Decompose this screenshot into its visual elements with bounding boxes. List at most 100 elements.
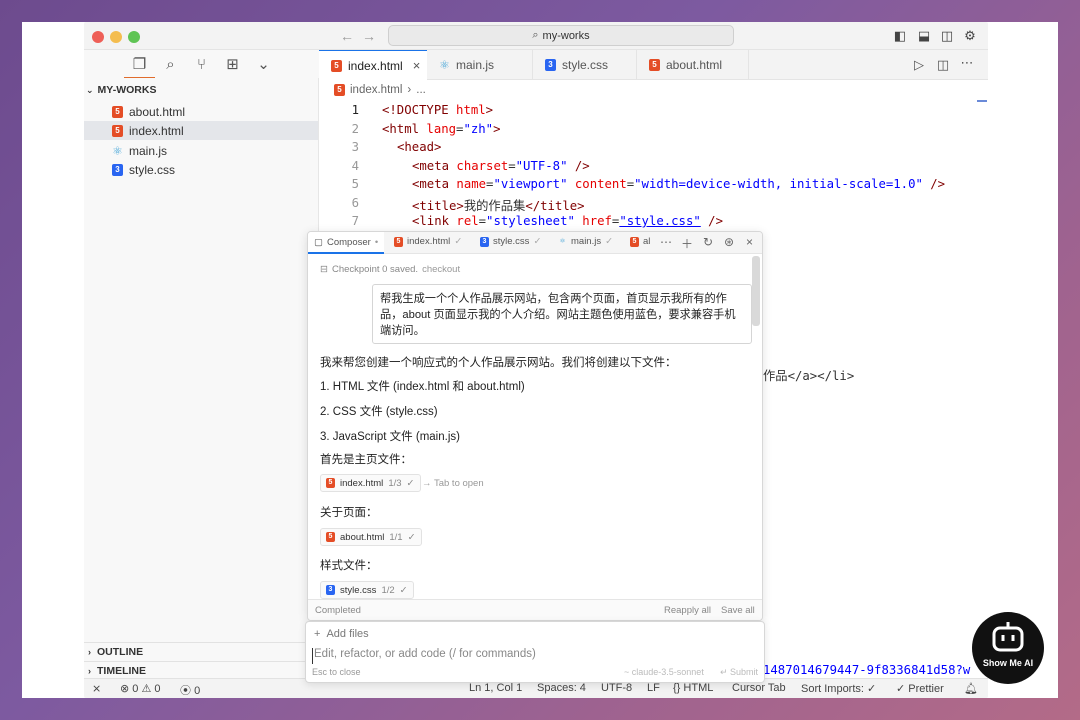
toggle-secondary-sidebar-icon[interactable]: ◫ [939,28,955,44]
file-item-style-css[interactable]: 3 style.css [84,160,318,179]
badge-label: Show Me AI [982,658,1034,668]
bookmark-icon: ⊟ [320,264,328,275]
react-js-icon: ⚛ [439,58,450,72]
file-chip-style[interactable]: 3 style.css 1/2 ✓ [320,581,414,599]
close-window-button[interactable] [92,31,104,43]
section-label: 关于页面： [320,507,378,519]
react-js-icon: ⚛ [112,143,123,158]
remote-icon[interactable]: ⨯ [92,682,101,695]
css-file-icon: 3 [480,236,489,247]
code-fragment: 作品</a></li> [763,369,855,383]
reply-item: 3. JavaScript 文件 (main.js) [320,431,460,443]
code-line-3: <head> [397,140,442,154]
html-file-icon: 5 [112,105,123,118]
problems-indicator[interactable]: ⊗ 0 ⚠ 0 [120,682,161,695]
new-composer-icon[interactable]: ＋ [681,235,693,252]
search-view-icon[interactable]: ⌕ [155,50,186,78]
line-number: 5 [351,177,359,191]
command-center-search[interactable]: ⌕ my-works [388,25,734,46]
reapply-all-button[interactable]: Reapply all [664,605,711,616]
show-me-ai-badge: Show Me AI [972,612,1044,684]
react-js-icon: ⚛ [559,237,566,245]
composer-tab-index[interactable]: 5 index.html ✓ [394,236,462,247]
composer-tab-style[interactable]: 3 style.css ✓ [480,236,541,247]
run-play-icon[interactable]: ▷ [911,57,927,73]
composer-prompt-input[interactable]: Edit, refactor, or add code (/ for comma… [312,648,758,664]
composer-input-box: + Add files Edit, refactor, or add code … [305,621,765,683]
composer-tab-about[interactable]: 5 al [630,236,650,247]
tab-composer[interactable]: ▢ Composer • [308,232,385,254]
esc-hint: Esc to close [312,667,361,677]
chevron-down-icon[interactable]: ⌄ [248,50,279,78]
file-item-index[interactable]: 5 index.html [84,121,318,140]
checkpoint-row: ⊟ Checkpoint 0 saved. checkout [320,264,461,275]
html-file-icon: 5 [331,59,342,72]
sort-imports[interactable]: Sort Imports: ✓ [801,682,876,695]
model-selector[interactable]: ~ claude-3.5-sonnet [624,667,704,677]
composer-icon: ▢ [314,236,323,248]
code-line-7: <link rel="stylesheet" href="style.css" … [412,214,723,228]
file-item-main-js[interactable]: ⚛ main.js [84,141,318,160]
breadcrumb-file[interactable]: index.html [350,84,402,96]
cursor-tab[interactable]: Cursor Tab [732,682,786,694]
reply-item: 1. HTML 文件 (index.html 和 about.html) [320,381,525,393]
html-file-icon: 5 [394,236,403,247]
status-text: Completed [315,605,361,616]
css-file-icon: 3 [326,585,335,595]
composer-scrollbar[interactable] [752,256,760,326]
add-files-button[interactable]: + Add files [314,628,369,640]
toggle-sidebar-icon[interactable]: ◧ [892,28,908,44]
encoding[interactable]: UTF-8 [601,682,632,694]
code-line-4: <meta charset="UTF-8" /> [412,159,590,173]
outline-section[interactable]: › OUTLINE [84,642,318,661]
composer-tab-main[interactable]: ⚛ main.js ✓ [558,236,613,247]
html-file-icon: 5 [326,532,335,542]
close-icon[interactable]: × [746,235,753,249]
tab-style-css[interactable]: 3 style.css [533,50,637,80]
prettier[interactable]: ✓ Prettier [896,682,944,695]
language-mode[interactable]: {} HTML [673,682,713,694]
plus-icon: + [314,628,321,640]
reply-item: 2. CSS 文件 (style.css) [320,406,438,418]
code-line-5: <meta name="viewport" content="width=dev… [412,177,946,191]
cursor-position[interactable]: Ln 1, Col 1 [469,682,522,694]
more-actions-icon[interactable]: ⋯ [959,55,975,71]
history-icon[interactable]: ↻ [703,235,713,249]
zoom-window-button[interactable] [128,31,140,43]
submit-button[interactable]: ↵ Submit [720,667,758,678]
file-chip-index[interactable]: 5 index.html 1/3 ✓ [320,474,421,492]
chevron-right-icon: › [407,84,412,96]
minimize-window-button[interactable] [110,31,122,43]
composer-panel: ▢ Composer • 5 index.html ✓ 3 style.css ✓ … [307,231,763,621]
tab-index-html[interactable]: 5 index.html × [319,50,427,80]
settings-gear-icon[interactable]: ⚙ [962,28,978,44]
file-chip-about[interactable]: 5 about.html 1/1 ✓ [320,528,422,546]
forward-arrow-icon[interactable]: → [362,28,376,44]
tab-main-js[interactable]: ⚛ main.js [427,50,533,80]
save-all-button[interactable]: Save all [721,605,755,616]
tab-about-html[interactable]: 5 about.html [637,50,749,80]
chevron-right-icon: › [88,666,91,676]
back-arrow-icon[interactable]: ← [340,28,354,44]
close-tab-icon[interactable]: × [413,58,421,73]
html-file-icon: 5 [630,236,639,247]
explorer-icon[interactable]: ❐ [124,50,155,78]
indentation[interactable]: Spaces: 4 [537,682,586,694]
toggle-panel-icon[interactable]: ⬓ [916,28,932,44]
breadcrumb-more[interactable]: ... [416,84,426,96]
settings-icon[interactable]: ⊛ [724,235,734,249]
code-line-6: <title>我的作品集</title> [412,199,585,213]
file-item-about[interactable]: 5 about.html [84,102,318,121]
explorer-sidebar: ⌄ MY-WORKS 5 about.html 5 index.html ⚛ m… [84,78,319,678]
checkout-link[interactable]: checkout [422,264,460,275]
css-file-icon: 3 [112,163,123,176]
more-icon[interactable]: ⋯ [660,235,672,249]
end-of-line[interactable]: LF [647,682,660,694]
composer-footer: Completed Reapply all Save all [308,599,762,620]
split-editor-icon[interactable]: ◫ [935,57,951,73]
extensions-icon[interactable]: ⊞ [217,50,248,78]
folder-header[interactable]: ⌄ MY-WORKS [86,84,156,96]
source-control-icon[interactable]: ⑂ [186,50,217,78]
ports-indicator[interactable]: ⦿ 0 [180,682,200,698]
html-file-icon: 5 [649,59,660,71]
